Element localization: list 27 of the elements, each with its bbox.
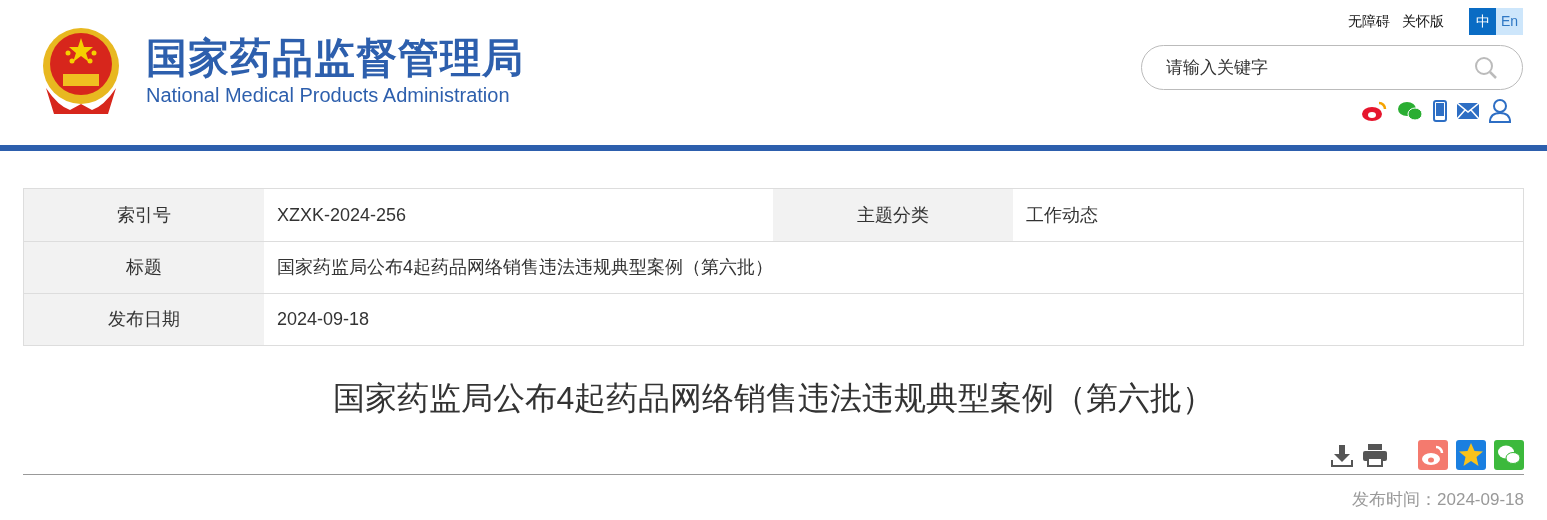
search-input[interactable]: 请输入关键字 [1166,54,1446,81]
site-subtitle: National Medical Products Administration [146,82,511,108]
language-tab[interactable]: En [1496,8,1523,35]
phone-icon[interactable] [1433,100,1447,122]
header-link[interactable]: 关怀版 [1402,11,1444,32]
field-value: 2024-09-18 [276,308,371,331]
print-icon[interactable] [1362,443,1388,467]
download-icon[interactable] [1330,443,1354,467]
weibo-share-icon[interactable] [1418,440,1448,470]
user-icon[interactable] [1489,99,1511,123]
star-share-icon[interactable] [1456,440,1486,470]
header-link[interactable]: 无障碍 [1348,11,1390,32]
field-label: 主题分类 [773,189,1013,241]
weibo-icon[interactable] [1361,100,1387,122]
field-label: 标题 [24,242,264,293]
wechat-share-icon[interactable] [1494,440,1524,470]
field-value: 国家药监局公布4起药品网络销售违法违规典型案例（第六批） [276,256,774,279]
mail-icon[interactable] [1457,103,1479,119]
article-title: 国家药监局公布4起药品网络销售违法违规典型案例（第六批） [331,379,1216,418]
publish-time: 发布时间：2024-09-18 [1352,489,1524,511]
field-value: XZXK-2024-256 [276,203,408,227]
language-tab[interactable]: 中 [1469,8,1496,35]
field-label: 发布日期 [24,294,264,345]
field-label: 索引号 [24,189,264,241]
site-title: 国家药品监督管理局 [146,33,524,82]
field-value: 工作动态 [1025,203,1099,227]
wechat-icon[interactable] [1397,101,1423,121]
